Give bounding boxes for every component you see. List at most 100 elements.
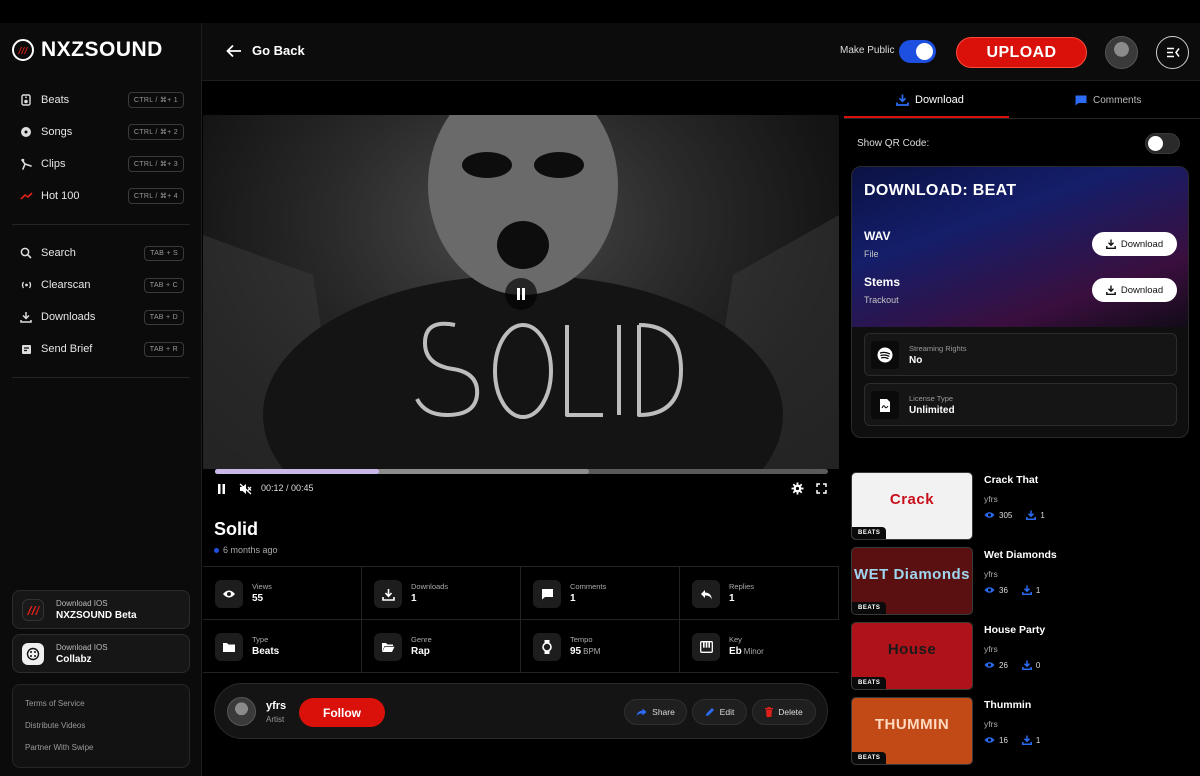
stat-key: Key Eb Minor — [680, 620, 839, 673]
related-item[interactable]: Crack BEATS Crack That yfrs 305 1 — [851, 472, 1191, 540]
beats-badge: BEATS — [852, 677, 887, 689]
related-item[interactable]: House BEATS House Party yfrs 26 0 — [851, 622, 1191, 690]
download-wav-button[interactable]: Download — [1092, 232, 1177, 256]
share-label: Share — [652, 707, 675, 717]
related-thumbnail[interactable]: WET Diamonds BEATS — [851, 547, 973, 615]
center-pause-button[interactable] — [505, 278, 537, 310]
sidebar-item-clips[interactable]: Clips CTRL / ⌘+ 3 — [12, 150, 190, 178]
stat-views: Views 55 — [203, 567, 362, 620]
tab-comments[interactable]: Comments — [1075, 82, 1141, 118]
stat-comments: Comments 1 — [521, 567, 680, 620]
tab-download[interactable]: Download — [896, 82, 964, 118]
related-item[interactable]: WET Diamonds BEATS Wet Diamonds yfrs 36 … — [851, 547, 1191, 615]
user-avatar[interactable] — [1105, 36, 1138, 69]
upload-button[interactable]: UPLOAD — [956, 37, 1087, 68]
shortcut-badge: TAB + S — [144, 245, 184, 261]
shortcut-badge: CTRL / ⌘+ 2 — [127, 124, 184, 140]
related-thumbnail[interactable]: THUMMIN BEATS — [851, 697, 973, 765]
stat-value: Eb Minor — [729, 646, 764, 657]
mute-button[interactable] — [239, 483, 252, 495]
related-title[interactable]: House Party — [984, 624, 1045, 636]
track-title: Solid — [214, 519, 258, 539]
terms-link[interactable]: Terms of Service — [25, 699, 85, 708]
beats-badge: BEATS — [852, 602, 887, 614]
time-display: 00:12 / 00:45 — [261, 483, 314, 493]
folder-icon — [215, 633, 243, 661]
delete-button[interactable]: Delete — [752, 699, 816, 725]
sidebar-item-clearscan[interactable]: Clearscan TAB + C — [12, 271, 190, 299]
related-artist: yfrs — [984, 719, 998, 729]
downloads-count: 1 — [1035, 585, 1041, 595]
trend-icon — [17, 187, 35, 205]
brand-logo[interactable]: NXZSOUND — [12, 38, 163, 62]
stat-downloads: Downloads 1 — [362, 567, 521, 620]
fullscreen-icon[interactable] — [816, 483, 827, 494]
pencil-icon — [705, 707, 715, 717]
shortcut-badge: CTRL / ⌘+ 3 — [127, 156, 184, 172]
download-icon — [17, 308, 35, 326]
show-qr-toggle[interactable] — [1145, 133, 1180, 154]
related-artist: yfrs — [984, 494, 998, 504]
artist-name[interactable]: yfrs — [266, 700, 286, 712]
shortcut-badge: CTRL / ⌘+ 4 — [127, 188, 184, 204]
eye-icon — [984, 736, 995, 744]
go-back-button[interactable]: Go Back — [226, 43, 305, 58]
artist-avatar[interactable] — [227, 697, 256, 726]
sidebar-item-downloads[interactable]: Downloads TAB + D — [12, 303, 190, 331]
related-title[interactable]: Thummin — [984, 699, 1031, 711]
related-artist: yfrs — [984, 644, 998, 654]
sidebar-item-songs[interactable]: Songs CTRL / ⌘+ 2 — [12, 118, 190, 146]
menu-button[interactable] — [1156, 36, 1189, 69]
related-title[interactable]: Wet Diamonds — [984, 549, 1057, 561]
sidebar-divider — [12, 377, 190, 378]
sidebar-item-label: Hot 100 — [41, 190, 80, 202]
thumbnail-title: House — [887, 641, 937, 658]
settings-gear-icon[interactable] — [791, 482, 804, 495]
make-public-label: Make Public — [840, 45, 895, 56]
sidebar-item-search[interactable]: Search TAB + S — [12, 239, 190, 267]
video-player[interactable] — [203, 115, 839, 469]
edit-button[interactable]: Edit — [692, 699, 747, 725]
stat-value: 95 BPM — [570, 646, 601, 657]
download-icon — [896, 94, 909, 106]
stat-replies: Replies 1 — [680, 567, 839, 620]
distribute-videos-link[interactable]: Distribute Videos — [25, 721, 85, 730]
seek-bar[interactable] — [215, 469, 828, 474]
thumbnail-title: THUMMIN — [874, 716, 950, 733]
show-qr-label: Show QR Code: — [857, 138, 930, 149]
reply-icon — [692, 580, 720, 608]
stat-genre: Genre Rap — [362, 620, 521, 673]
follow-button[interactable]: Follow — [299, 698, 385, 727]
download-stems-button[interactable]: Download — [1092, 278, 1177, 302]
file-type: Trackout — [864, 295, 899, 305]
footer-links: Terms of Service Distribute Videos Partn… — [12, 684, 190, 768]
eye-icon — [215, 580, 243, 608]
speaker-icon — [17, 91, 35, 109]
related-item[interactable]: THUMMIN BEATS Thummin yfrs 16 1 — [851, 697, 1191, 765]
partner-link[interactable]: Partner With Swipe — [25, 743, 93, 752]
track-age: 6 months ago — [214, 545, 278, 555]
make-public-toggle[interactable] — [899, 40, 936, 63]
tab-label: Download — [915, 94, 964, 106]
share-icon — [636, 708, 647, 717]
sidebar-item-send-brief[interactable]: Send Brief TAB + R — [12, 335, 190, 363]
pause-button[interactable] — [217, 484, 226, 494]
download-collabz-app[interactable]: Download IOS Collabz — [12, 634, 190, 673]
downloads-count: 1 — [1035, 735, 1041, 745]
top-header: Go Back Make Public UPLOAD — [202, 23, 1200, 81]
download-nxzsound-app[interactable]: Download IOS NXZSOUND Beta — [12, 590, 190, 629]
app-download-name: NXZSOUND Beta — [56, 609, 137, 621]
tabs-divider — [844, 118, 1200, 119]
related-thumbnail[interactable]: House BEATS — [851, 622, 973, 690]
brand-logo-icon — [12, 39, 34, 61]
stat-label: Genre — [411, 635, 432, 644]
related-thumbnail[interactable]: Crack BEATS — [851, 472, 973, 540]
share-button[interactable]: Share — [624, 699, 687, 725]
sidebar-item-beats[interactable]: Beats CTRL / ⌘+ 1 — [12, 86, 190, 114]
related-stats: 26 0 — [984, 660, 1040, 670]
related-title[interactable]: Crack That — [984, 474, 1038, 486]
info-value: Unlimited — [909, 405, 955, 416]
disc-icon — [17, 123, 35, 141]
comment-icon — [1075, 95, 1087, 106]
sidebar-item-hot-100[interactable]: Hot 100 CTRL / ⌘+ 4 — [12, 182, 190, 210]
